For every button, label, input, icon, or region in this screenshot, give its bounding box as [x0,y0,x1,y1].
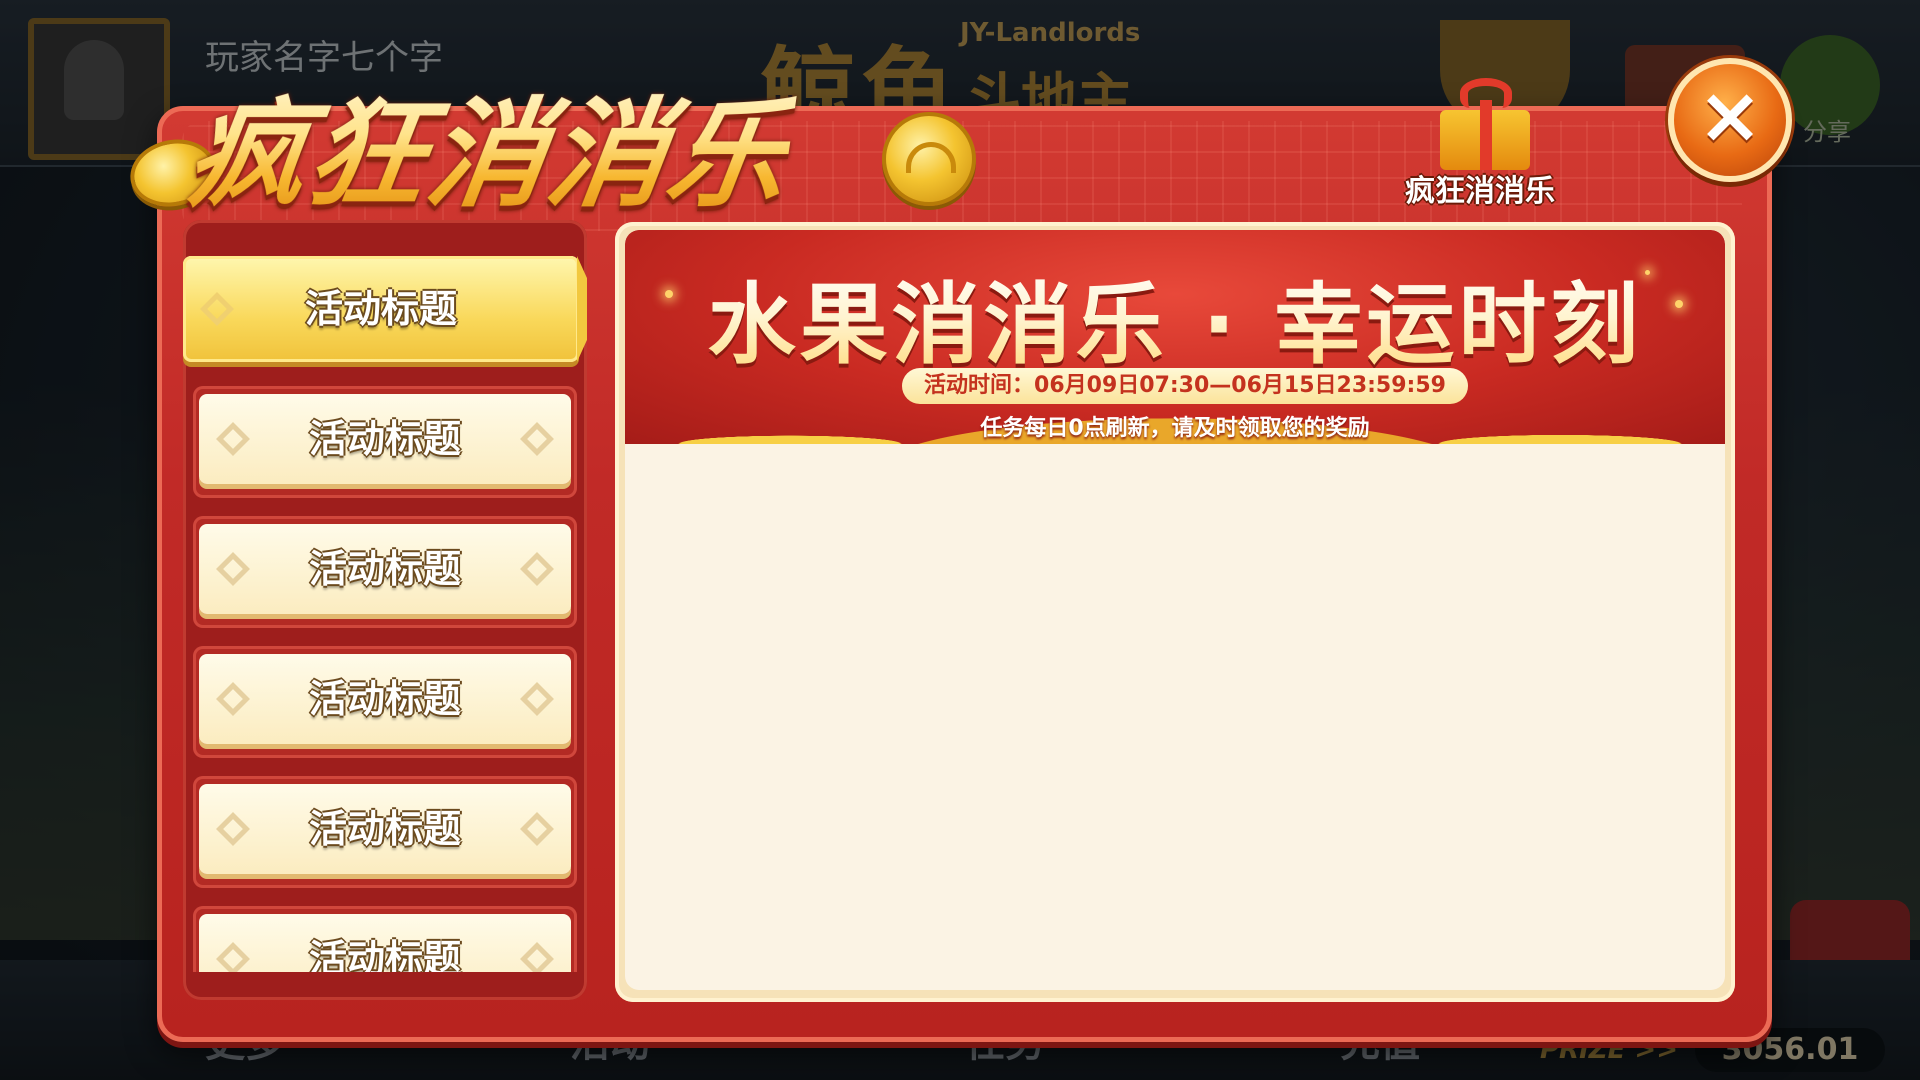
active-arrow-icon [577,256,587,362]
tab-label: 活动标题 [308,417,461,461]
tab-face: 活动标题 [199,394,571,484]
tab-label: 活动标题 [308,807,461,851]
tab-face: 活动标题 [199,784,571,874]
activity-tab[interactable]: 活动标题 [183,256,587,368]
tab-label: 活动标题 [308,937,461,972]
banner-title: 水果消消乐 · 幸运时刻 [625,254,1725,381]
activity-sidebar: 活动标题 活动标题 活动标题 活动标题 活动标题 活动标题 [183,220,587,1000]
tab-label: 活动标题 [308,547,461,591]
dialog-title: 疯狂消消乐 [178,58,802,229]
refresh-note: 任务每日0点刷新，请及时领取您的奖励 [980,416,1370,441]
activity-content-panel: 水果消消乐 · 幸运时刻 活动时间：06月09日07:30—06月15日23:5… [615,222,1735,1002]
close-icon: × [1697,71,1763,161]
activity-tab[interactable]: 活动标题 [193,646,577,758]
activity-tab[interactable]: 活动标题 [193,516,577,628]
coin-decoration-right [882,112,976,206]
activity-tab-list[interactable]: 活动标题 活动标题 活动标题 活动标题 活动标题 活动标题 [183,220,587,972]
gift-label: 疯狂消消乐 [1405,174,1555,209]
activity-tab[interactable]: 活动标题 [193,386,577,498]
tab-face: 活动标题 [199,654,571,744]
tab-face: 活动标题 [199,914,571,972]
gift-icon [1440,78,1530,170]
tab-face: 活动标题 [199,524,571,614]
activity-banner: 水果消消乐 · 幸运时刻 活动时间：06月09日07:30—06月15日23:5… [625,230,1725,444]
tab-face: 活动标题 [183,256,579,362]
activity-tab[interactable]: 活动标题 [193,906,577,972]
activity-tab[interactable]: 活动标题 [193,776,577,888]
content-body[interactable]: 水果消消乐 · 幸运时刻 活动时间：06月09日07:30—06月15日23:5… [625,230,1725,990]
close-button[interactable]: × [1668,58,1792,182]
activity-time: 活动时间：06月09日07:30—06月15日23:59:59 [902,368,1468,404]
tab-label: 活动标题 [308,677,461,721]
tab-label: 活动标题 [304,287,457,331]
